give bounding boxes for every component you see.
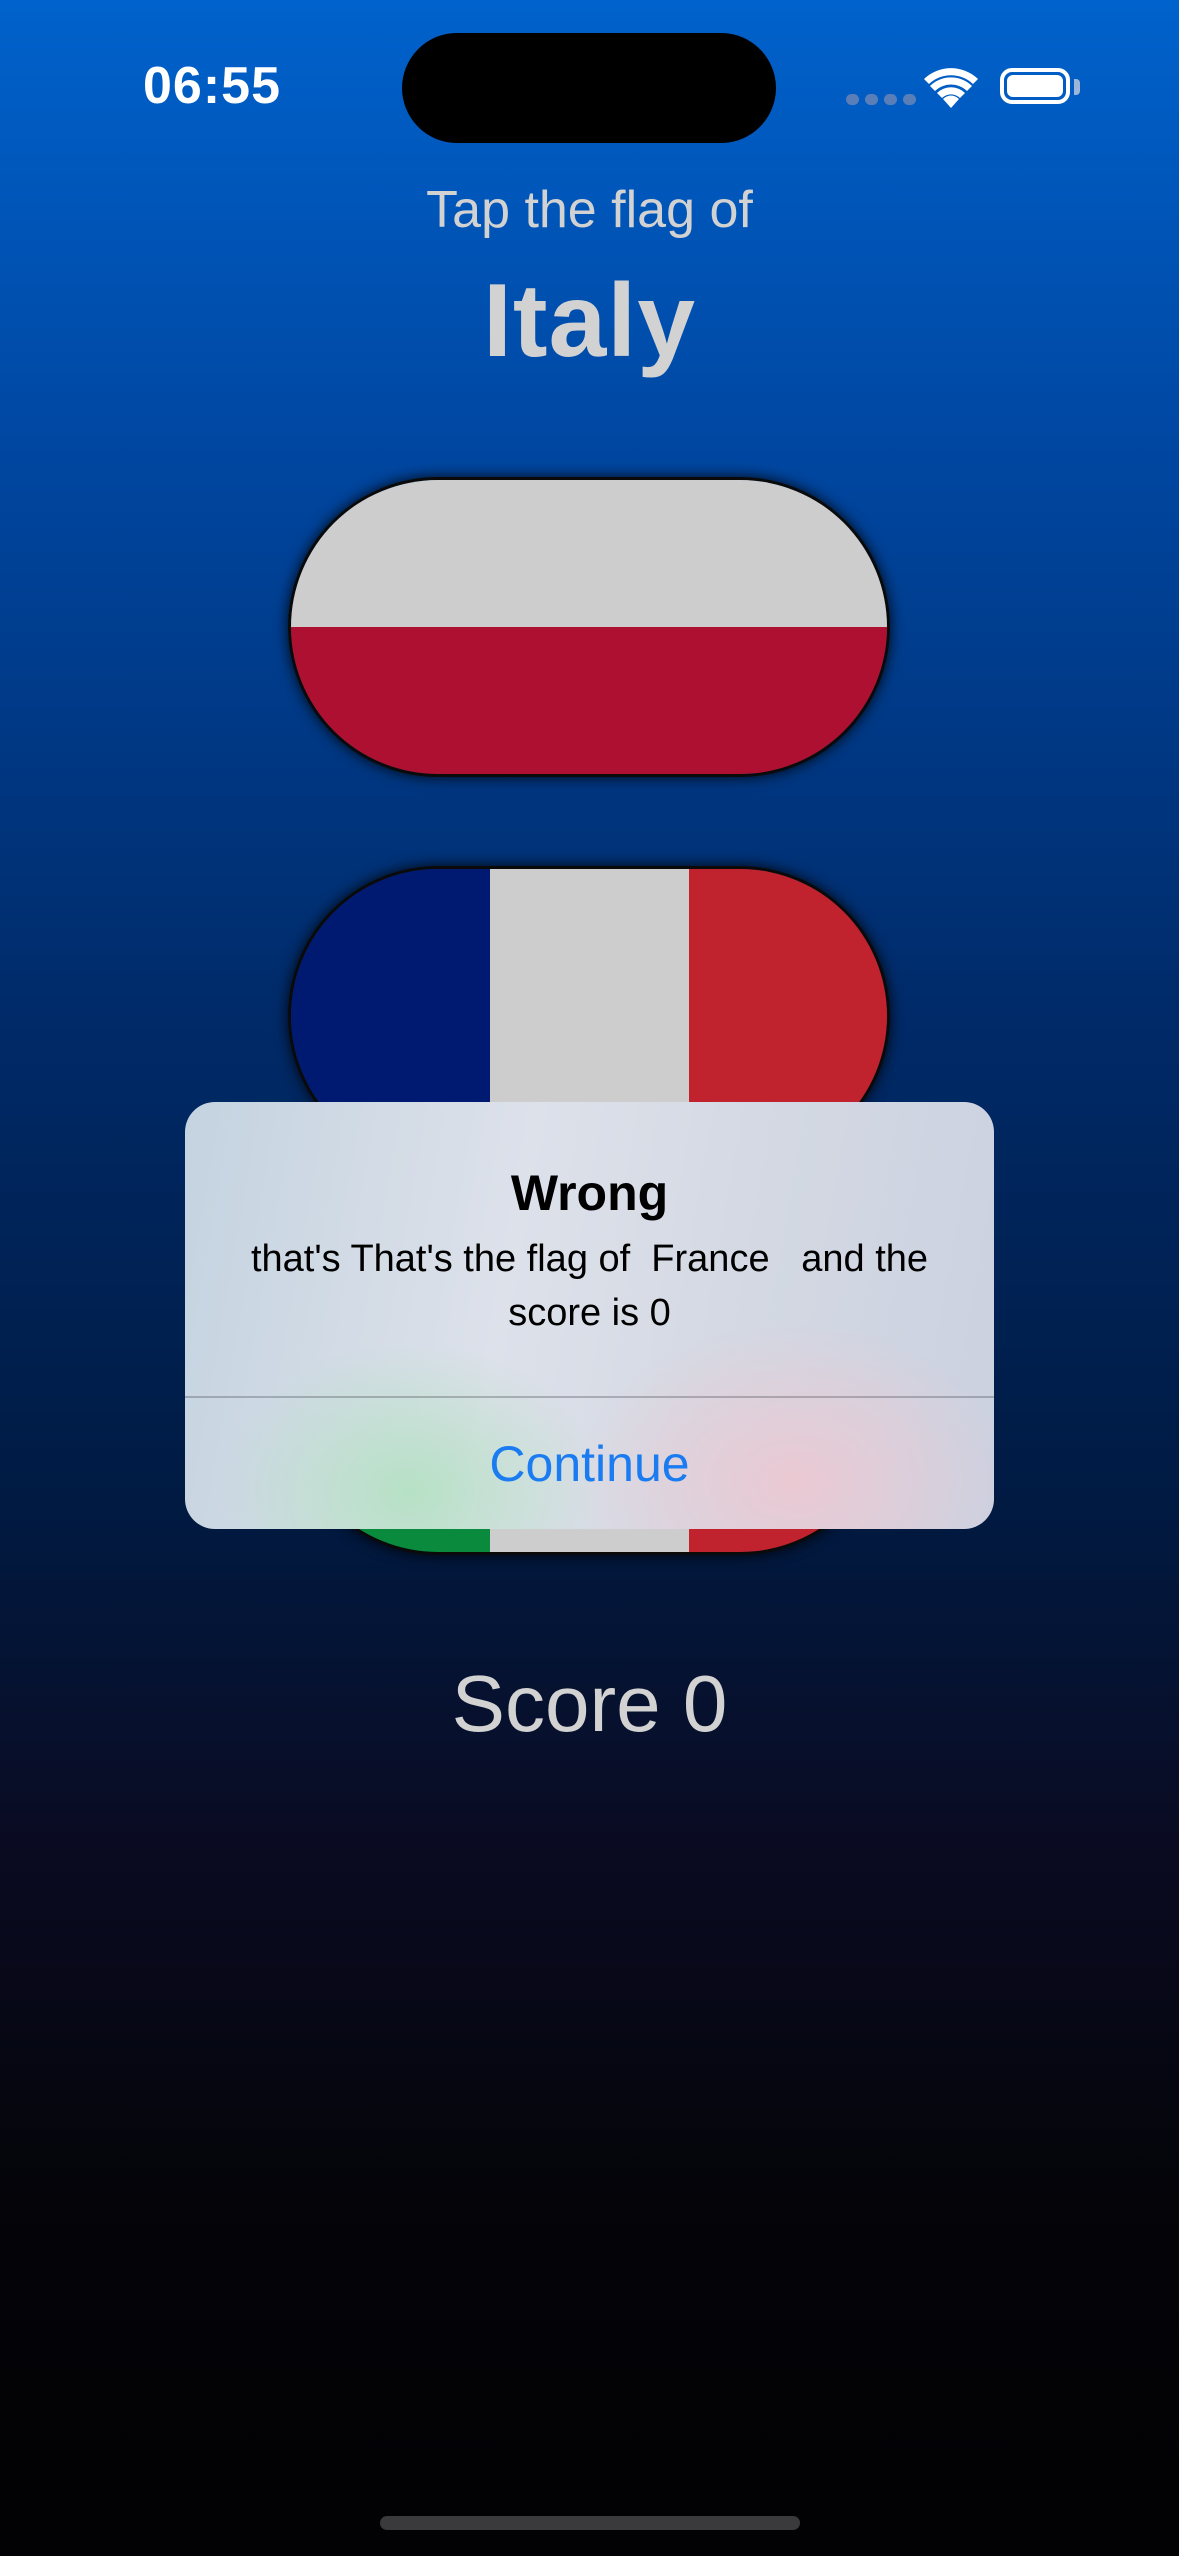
flag-stripe bbox=[291, 480, 887, 627]
home-indicator[interactable] bbox=[380, 2516, 800, 2530]
continue-button[interactable]: Continue bbox=[185, 1398, 994, 1529]
result-alert: Wrong that's That's the flag of France a… bbox=[185, 1102, 994, 1529]
dynamic-island bbox=[402, 33, 776, 143]
flag-button-1[interactable] bbox=[288, 477, 890, 777]
question-prompt: Tap the flag of bbox=[426, 181, 753, 239]
flag-stripe bbox=[291, 627, 887, 774]
score-label: Score 0 bbox=[451, 1659, 728, 1748]
wifi-icon bbox=[924, 68, 978, 108]
alert-title: Wrong bbox=[510, 1165, 669, 1221]
target-country: Italy bbox=[482, 263, 697, 379]
battery-icon bbox=[1000, 68, 1070, 104]
battery-tip bbox=[1074, 79, 1080, 95]
cellular-signal-icon bbox=[846, 94, 916, 105]
status-time: 06:55 bbox=[143, 57, 281, 115]
alert-message: that's That's the flag of France and the… bbox=[250, 1238, 939, 1334]
